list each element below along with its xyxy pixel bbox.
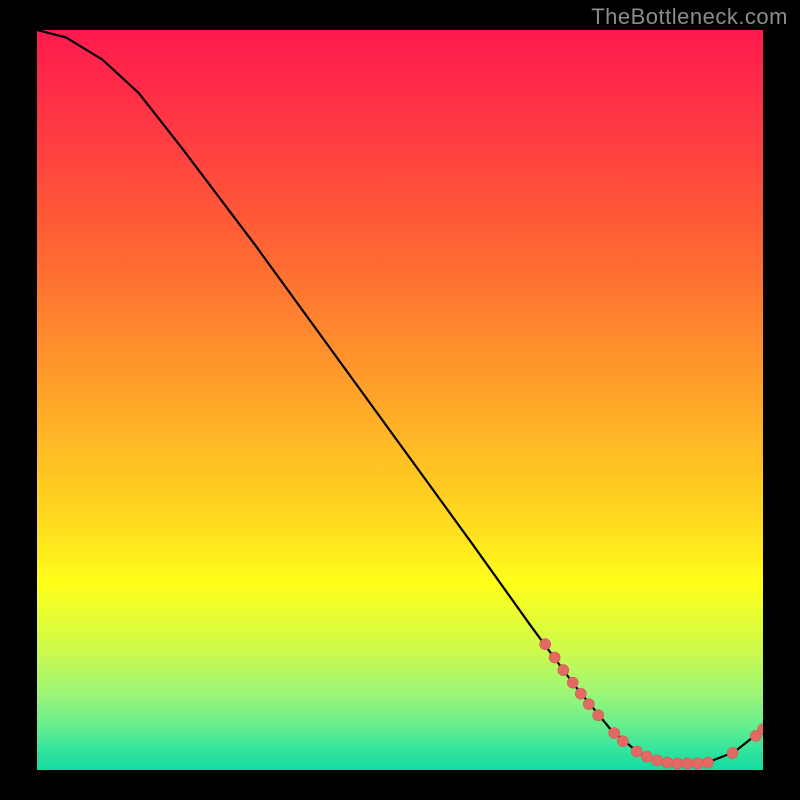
plot-area	[37, 30, 763, 770]
data-marker	[575, 688, 586, 699]
data-marker	[593, 710, 604, 721]
data-marker	[558, 665, 569, 676]
data-marker	[641, 751, 652, 762]
data-marker	[727, 747, 738, 758]
data-marker	[549, 652, 560, 663]
data-marker	[583, 699, 594, 710]
data-marker	[631, 746, 642, 757]
attribution-text: TheBottleneck.com	[591, 4, 788, 30]
data-marker	[682, 758, 693, 769]
data-markers	[540, 639, 763, 769]
data-marker	[609, 728, 620, 739]
data-marker	[692, 758, 703, 769]
data-marker	[540, 639, 551, 650]
chart-stage: TheBottleneck.com	[0, 0, 800, 800]
data-marker	[617, 736, 628, 747]
data-marker	[702, 757, 713, 768]
data-marker	[672, 758, 683, 769]
data-marker	[662, 757, 673, 768]
bottleneck-curve	[37, 30, 763, 763]
data-marker	[567, 677, 578, 688]
data-marker	[652, 755, 663, 766]
chart-overlay	[37, 30, 763, 770]
